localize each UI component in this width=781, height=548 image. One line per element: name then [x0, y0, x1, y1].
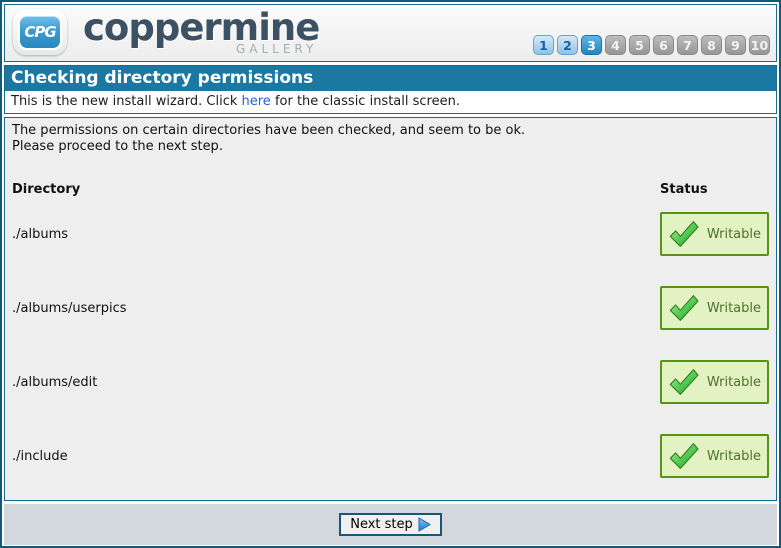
status-label: Writable: [707, 301, 761, 316]
status-badge: Writable: [660, 212, 769, 256]
intro-line-1: The permissions on certain directories h…: [12, 123, 769, 139]
checkmark-icon: [668, 219, 699, 249]
directory-path: ./include: [12, 449, 68, 464]
main-content: The permissions on certain directories h…: [4, 117, 777, 501]
checkmark-icon: [668, 367, 699, 397]
checkmark-icon: [668, 293, 699, 323]
checkmark-icon: [668, 441, 699, 471]
table-row: ./albums Writable: [12, 197, 769, 271]
directory-column-header: Directory: [12, 182, 80, 197]
cpg-logo-text: CPG: [18, 14, 62, 50]
title-section: Checking directory permissions This is t…: [4, 65, 777, 114]
brand-name: coppermine: [83, 9, 319, 46]
table-row: ./albums/edit Writable: [12, 345, 769, 419]
directory-path: ./albums: [12, 227, 68, 242]
next-step-label: Next step: [350, 517, 413, 532]
page-title: Checking directory permissions: [5, 66, 776, 91]
table-header-row: Directory Status: [12, 182, 769, 197]
cpg-logo-icon: CPG: [13, 9, 67, 55]
step-1-done: 1: [533, 35, 554, 55]
status-label: Writable: [707, 227, 761, 242]
directory-path: ./albums/userpics: [12, 301, 127, 316]
status-badge: Writable: [660, 360, 769, 404]
step-7-pending: 7: [677, 35, 698, 55]
status-label: Writable: [707, 375, 761, 390]
status-column-header: Status: [660, 182, 769, 197]
directory-path: ./albums/edit: [12, 375, 97, 390]
intro-line-2: Please proceed to the next step.: [12, 139, 769, 155]
step-8-pending: 8: [701, 35, 722, 55]
install-wizard-window: CPG coppermine GALLERY 12345678910 Check…: [0, 0, 781, 548]
next-step-button[interactable]: Next step: [339, 513, 442, 536]
status-badge: Writable: [660, 434, 769, 478]
classic-install-link[interactable]: here: [242, 94, 271, 109]
step-9-pending: 9: [725, 35, 746, 55]
app-header: CPG coppermine GALLERY 12345678910: [4, 4, 777, 62]
status-label: Writable: [707, 449, 761, 464]
intro-text: The permissions on certain directories h…: [12, 123, 769, 155]
step-5-pending: 5: [629, 35, 650, 55]
step-indicator: 12345678910: [533, 35, 770, 55]
coppermine-logo: CPG coppermine GALLERY: [13, 9, 319, 55]
step-6-pending: 6: [653, 35, 674, 55]
wizard-notice: This is the new install wizard. Click he…: [5, 91, 776, 113]
directory-table: ./albums Writable ./albums/userpics Writ…: [12, 197, 769, 493]
footer-bar: Next step: [4, 504, 777, 545]
step-10-pending: 10: [749, 35, 770, 55]
notice-text-before: This is the new install wizard. Click: [11, 94, 242, 109]
table-row: ./albums/userpics Writable: [12, 271, 769, 345]
table-row: ./include Writable: [12, 419, 769, 493]
step-3-active: 3: [581, 35, 602, 55]
next-arrow-icon: [418, 517, 431, 532]
step-4-pending: 4: [605, 35, 626, 55]
step-2-done: 2: [557, 35, 578, 55]
notice-text-after: for the classic install screen.: [271, 94, 460, 109]
status-badge: Writable: [660, 286, 769, 330]
brand-wordmark: coppermine GALLERY: [83, 9, 319, 55]
